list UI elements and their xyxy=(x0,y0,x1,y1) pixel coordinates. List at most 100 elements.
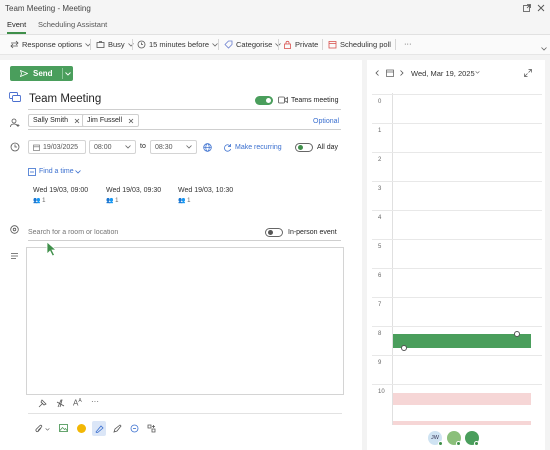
apps-icon[interactable] xyxy=(147,424,156,433)
chevron-down-icon[interactable] xyxy=(45,428,50,431)
reminder-label: 15 minutes before xyxy=(149,40,210,49)
response-options-button[interactable]: Response options xyxy=(10,40,91,49)
body-editor[interactable] xyxy=(26,247,344,395)
tab-bar: Event Scheduling Assistant xyxy=(0,17,550,35)
suggestion-time: Wed 19/03, 09:00 xyxy=(33,187,89,194)
send-label: Send xyxy=(33,69,53,78)
chevron-down-icon xyxy=(125,145,131,149)
chevron-right-icon[interactable] xyxy=(400,70,404,76)
remove-icon[interactable] xyxy=(128,118,134,124)
close-icon[interactable] xyxy=(537,4,545,14)
selected-event-block[interactable] xyxy=(393,334,531,348)
start-time-value: 08:00 xyxy=(94,143,112,151)
hour-slot[interactable] xyxy=(393,124,531,152)
title-bar: Team Meeting - Meeting xyxy=(0,0,550,17)
divider xyxy=(322,39,323,50)
scheduling-poll-label: Scheduling poll xyxy=(340,40,391,49)
attach-icon[interactable] xyxy=(35,424,43,434)
all-day-toggle[interactable] xyxy=(295,143,313,152)
format-painter-icon[interactable] xyxy=(38,399,47,408)
calendar-icon xyxy=(33,144,40,151)
hour-slot[interactable] xyxy=(393,182,531,210)
arrows-icon xyxy=(10,40,19,49)
time-suggestion[interactable]: Wed 19/03, 09:00 👥 1 xyxy=(33,187,88,204)
notes-icon xyxy=(11,253,18,259)
emoji-icon[interactable] xyxy=(77,424,86,433)
status-dot xyxy=(456,441,461,446)
signature-icon[interactable] xyxy=(95,424,104,433)
divider xyxy=(62,68,63,79)
clock-icon xyxy=(10,142,20,152)
font-size-icon[interactable]: AA xyxy=(73,398,82,408)
time-suggestion[interactable]: Wed 19/03, 09:30 👥 1 xyxy=(106,187,161,204)
hour-slot[interactable] xyxy=(393,298,531,326)
attendee-count: 👥 1 xyxy=(33,198,46,204)
suggestion-time: Wed 19/03, 09:30 xyxy=(106,187,162,194)
pen-icon[interactable] xyxy=(113,424,122,433)
loop-icon[interactable] xyxy=(130,424,139,433)
attendee-chip[interactable]: Sally Smith xyxy=(28,114,86,127)
tab-event[interactable]: Event xyxy=(7,20,27,34)
private-button[interactable]: Private xyxy=(283,40,318,49)
collapse-ribbon-icon[interactable] xyxy=(541,44,547,53)
divider xyxy=(395,39,396,50)
hour-label: 9 xyxy=(378,360,382,366)
tab-scheduling-assistant[interactable]: Scheduling Assistant xyxy=(38,20,107,29)
optional-attendees-link[interactable]: Optional xyxy=(313,118,339,125)
reminder-dropdown[interactable]: 15 minutes before xyxy=(137,40,218,49)
categorise-dropdown[interactable]: Categorise xyxy=(224,40,282,49)
start-time-dropdown[interactable]: 08:00 xyxy=(89,140,136,154)
busy-time-block xyxy=(393,393,531,405)
window-title: Team Meeting - Meeting xyxy=(5,4,91,13)
to-label: to xyxy=(140,143,146,150)
divider xyxy=(132,39,133,50)
time-suggestion[interactable]: Wed 19/03, 10:30 👥 1 xyxy=(178,187,233,204)
attendee-count: 👥 1 xyxy=(178,198,191,204)
remove-icon[interactable] xyxy=(74,118,80,124)
resize-handle-bottom[interactable] xyxy=(401,345,407,351)
teams-meeting-label: Teams meeting xyxy=(291,97,339,104)
image-icon[interactable] xyxy=(59,424,68,432)
divider xyxy=(278,39,279,50)
location-input[interactable] xyxy=(28,226,248,238)
attendee-chip[interactable]: Jim Fussell xyxy=(82,114,140,127)
more-options-button[interactable]: ··· xyxy=(404,39,412,48)
hour-slot[interactable] xyxy=(393,356,531,384)
in-person-toggle[interactable] xyxy=(265,228,283,237)
find-time-icon xyxy=(28,168,36,176)
today-calendar-icon[interactable] xyxy=(386,69,394,77)
hour-slot[interactable] xyxy=(393,269,531,297)
clear-format-icon[interactable] xyxy=(56,399,65,408)
divider xyxy=(90,39,91,50)
chat-bubbles-icon xyxy=(9,92,21,102)
divider xyxy=(28,109,341,110)
hour-label: 10 xyxy=(378,389,385,395)
hour-slot[interactable] xyxy=(393,211,531,239)
end-time-dropdown[interactable]: 08:30 xyxy=(150,140,197,154)
categorise-label: Categorise xyxy=(236,40,273,49)
hour-slot[interactable] xyxy=(393,153,531,181)
resize-handle-top[interactable] xyxy=(514,331,520,337)
send-button[interactable]: Send xyxy=(10,66,73,81)
teams-meeting-toggle[interactable] xyxy=(255,96,273,105)
hour-slot[interactable] xyxy=(393,95,531,123)
chevron-down-icon[interactable] xyxy=(65,72,71,76)
popout-icon[interactable] xyxy=(523,4,531,14)
globe-icon[interactable] xyxy=(203,143,212,152)
meeting-title-input[interactable]: Team Meeting xyxy=(29,93,101,105)
calendar-date-label[interactable]: Wed, Mar 19, 2025 xyxy=(411,69,475,78)
scheduling-poll-button[interactable]: Scheduling poll xyxy=(328,40,391,49)
chevron-left-icon[interactable] xyxy=(375,70,379,76)
hour-slot[interactable] xyxy=(393,240,531,268)
busy-dropdown[interactable]: Busy xyxy=(96,40,134,49)
send-icon xyxy=(20,70,28,77)
attendee-count: 👥 1 xyxy=(106,198,119,204)
more-format-icon[interactable]: ··· xyxy=(91,397,99,406)
chevron-down-icon[interactable] xyxy=(475,71,480,74)
expand-icon[interactable] xyxy=(524,69,532,77)
busy-label: Busy xyxy=(108,40,125,49)
ribbon-toolbar: Response options Busy 15 minutes before … xyxy=(0,35,550,55)
start-date-picker[interactable]: 19/03/2025 xyxy=(28,140,86,154)
make-recurring-button[interactable]: Make recurring xyxy=(235,144,282,151)
find-time-button[interactable]: Find a time xyxy=(39,168,74,175)
